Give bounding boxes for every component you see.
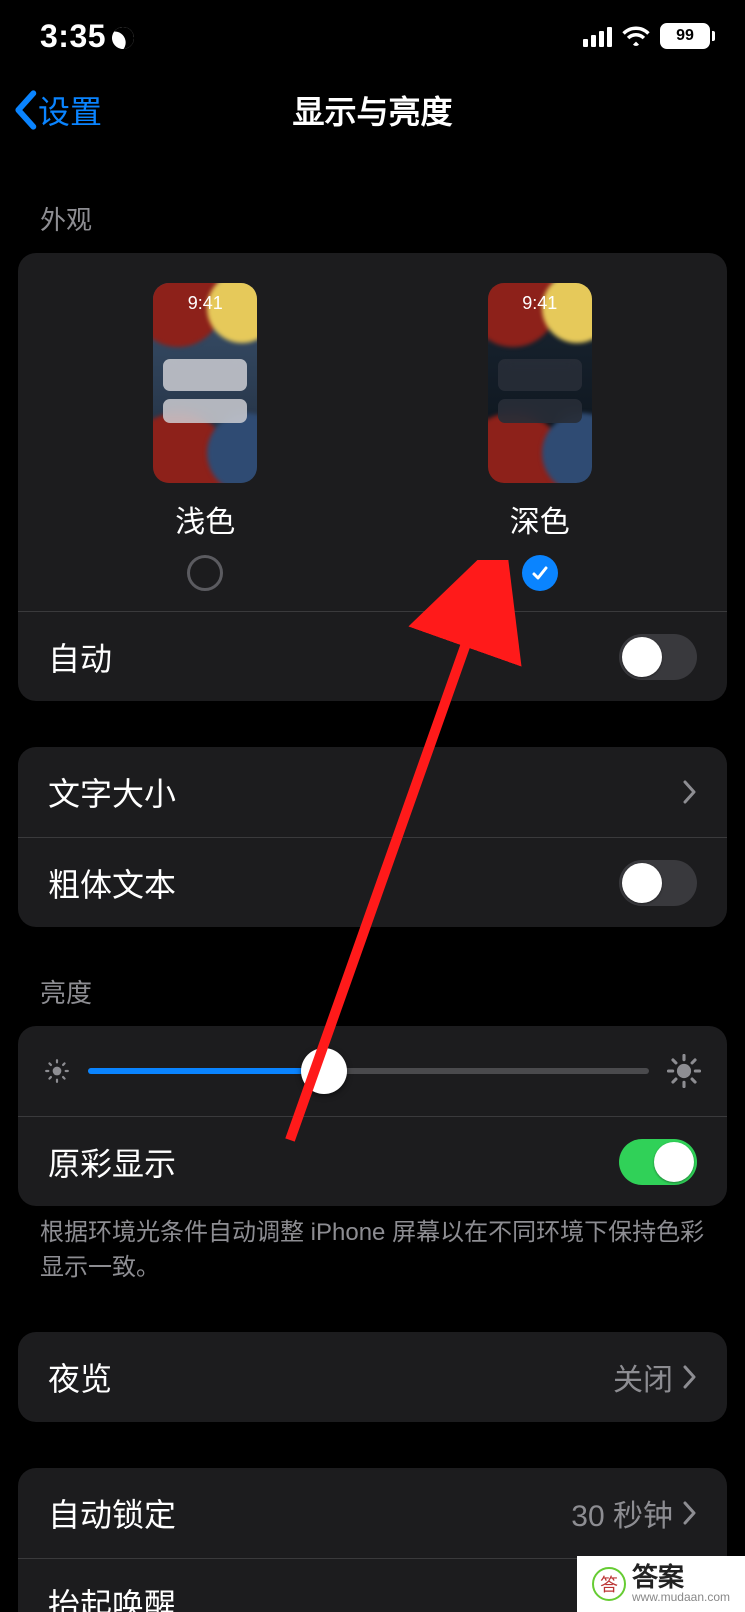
light-preview: 9:41 bbox=[153, 283, 257, 483]
status-time-text: 3:35 bbox=[40, 18, 106, 55]
chevron-right-icon bbox=[683, 1365, 697, 1389]
watermark-sub: www.mudaan.com bbox=[632, 1591, 730, 1604]
bold-text-row: 粗体文本 bbox=[18, 837, 727, 927]
battery-level: 99 bbox=[660, 23, 710, 49]
preview-time: 9:41 bbox=[488, 293, 592, 314]
dark-preview: 9:41 bbox=[488, 283, 592, 483]
status-bar: 3:35 99 bbox=[0, 0, 745, 60]
auto-appearance-toggle[interactable] bbox=[619, 634, 697, 680]
wifi-icon bbox=[622, 25, 650, 47]
text-size-row[interactable]: 文字大小 bbox=[18, 747, 727, 837]
dark-radio[interactable] bbox=[522, 555, 558, 591]
night-shift-value: 关闭 bbox=[613, 1355, 673, 1399]
light-label: 浅色 bbox=[175, 497, 235, 541]
section-header-brightness: 亮度 bbox=[18, 973, 727, 1026]
section-header-appearance: 外观 bbox=[18, 200, 727, 253]
true-tone-row: 原彩显示 bbox=[18, 1116, 727, 1206]
dnd-moon-icon bbox=[110, 25, 135, 50]
appearance-dark-option[interactable]: 9:41 深色 bbox=[488, 283, 592, 591]
chevron-right-icon bbox=[683, 1501, 697, 1525]
true-tone-toggle[interactable] bbox=[619, 1139, 697, 1185]
text-group: 文字大小 粗体文本 bbox=[18, 747, 727, 927]
appearance-group: 9:41 浅色 9:41 深色 自动 bbox=[18, 253, 727, 701]
appearance-options: 9:41 浅色 9:41 深色 bbox=[18, 253, 727, 611]
slider-thumb[interactable] bbox=[301, 1048, 347, 1094]
dark-label: 深色 bbox=[510, 497, 570, 541]
text-size-label: 文字大小 bbox=[48, 769, 176, 815]
brightness-group: 原彩显示 bbox=[18, 1026, 727, 1206]
watermark: 答 答案 www.mudaan.com bbox=[577, 1556, 745, 1612]
back-button[interactable]: 设置 bbox=[12, 80, 102, 140]
night-shift-group: 夜览 关闭 bbox=[18, 1332, 727, 1422]
battery-indicator: 99 bbox=[660, 23, 715, 49]
checkmark-icon bbox=[530, 563, 550, 583]
auto-lock-value: 30 秒钟 bbox=[571, 1491, 673, 1535]
light-radio[interactable] bbox=[187, 555, 223, 591]
chevron-right-icon bbox=[683, 780, 697, 804]
night-shift-row[interactable]: 夜览 关闭 bbox=[18, 1332, 727, 1422]
back-label: 设置 bbox=[38, 87, 102, 133]
bold-text-label: 粗体文本 bbox=[48, 860, 176, 906]
auto-appearance-row: 自动 bbox=[18, 611, 727, 701]
nav-header: 设置 显示与亮度 bbox=[0, 80, 745, 140]
status-right: 99 bbox=[583, 23, 715, 49]
page-title: 显示与亮度 bbox=[292, 87, 452, 133]
auto-label: 自动 bbox=[48, 634, 112, 680]
night-shift-label: 夜览 bbox=[48, 1354, 112, 1400]
preview-time: 9:41 bbox=[153, 293, 257, 314]
sun-min-icon bbox=[44, 1058, 70, 1084]
watermark-logo: 答 bbox=[592, 1567, 626, 1601]
brightness-slider[interactable] bbox=[88, 1068, 649, 1074]
status-time: 3:35 bbox=[40, 18, 134, 55]
auto-lock-label: 自动锁定 bbox=[48, 1490, 176, 1536]
true-tone-note: 根据环境光条件自动调整 iPhone 屏幕以在不同环境下保持色彩显示一致。 bbox=[18, 1206, 727, 1286]
cellular-signal-icon bbox=[583, 25, 612, 47]
appearance-light-option[interactable]: 9:41 浅色 bbox=[153, 283, 257, 591]
chevron-left-icon bbox=[12, 90, 38, 130]
true-tone-label: 原彩显示 bbox=[48, 1139, 176, 1185]
brightness-slider-row bbox=[18, 1026, 727, 1116]
sun-max-icon bbox=[667, 1054, 701, 1088]
raise-to-wake-label: 抬起唤醒 bbox=[48, 1580, 176, 1612]
bold-text-toggle[interactable] bbox=[619, 860, 697, 906]
watermark-title: 答案 bbox=[632, 1564, 730, 1591]
auto-lock-row[interactable]: 自动锁定 30 秒钟 bbox=[18, 1468, 727, 1558]
